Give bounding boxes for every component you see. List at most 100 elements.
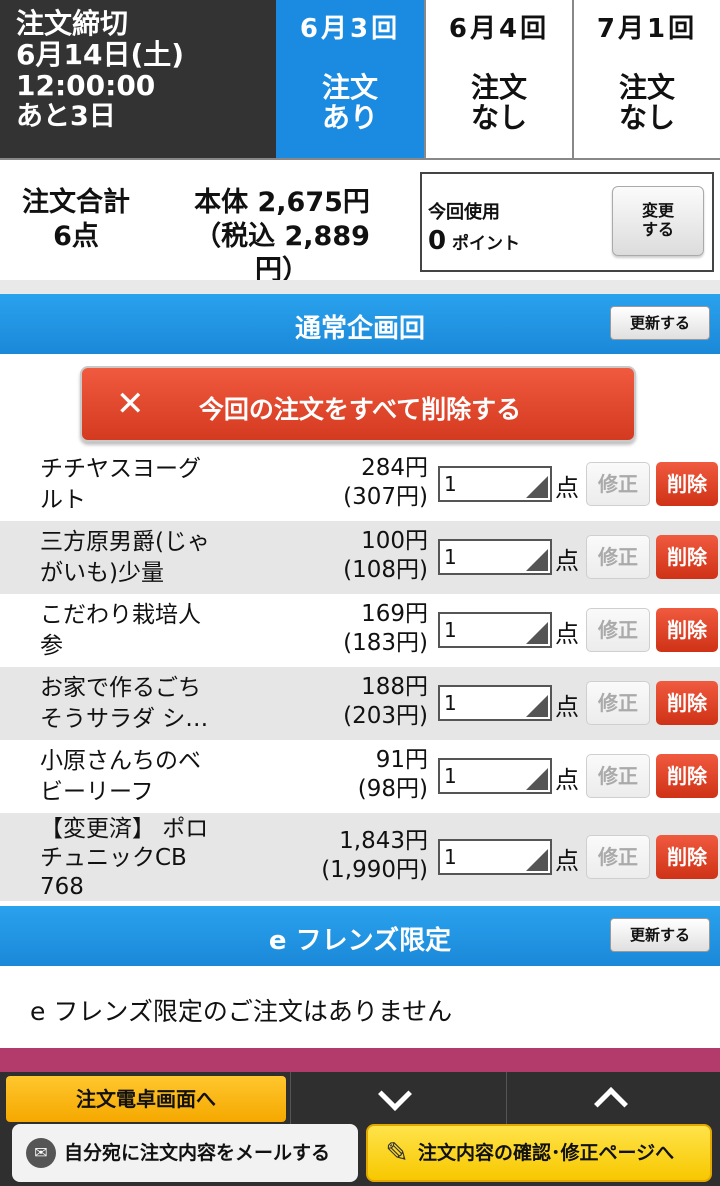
item-price-tax: (108円) <box>343 557 428 583</box>
quantity-unit: 点 <box>555 474 579 502</box>
modify-button[interactable]: 修正 <box>586 835 650 879</box>
item-name-line: お家で作るごち <box>40 675 201 701</box>
item-name: チチヤスヨーグ ルト <box>40 454 240 516</box>
item-price-value: 1,843円 <box>339 828 428 854</box>
item-name-line: ビーリーフ <box>40 779 154 805</box>
chevron-up-icon <box>594 1087 628 1121</box>
modify-button[interactable]: 修正 <box>586 608 650 652</box>
total-label-text: 注文合計 <box>22 187 130 218</box>
price-excl-tax: 本体 2,675円 <box>194 187 370 218</box>
tab-status-line2: なし <box>618 101 675 134</box>
quantity-select[interactable]: 1 <box>438 612 552 648</box>
dropdown-triangle-icon <box>526 849 548 871</box>
delete-button[interactable]: 削除 <box>656 681 718 725</box>
quantity-value: 1 <box>444 472 457 496</box>
tab-date: 6月3回 <box>299 14 401 44</box>
list-item: お家で作るごち そうサラダ シ… 188円 (203円) 1 点 修正 削除 <box>0 667 720 740</box>
update-button[interactable]: 更新する <box>610 918 710 952</box>
item-price: 1,843円 (1,990円) <box>270 827 428 885</box>
confirm-order-button[interactable]: ✎ 注文内容の確認･修正ページへ <box>366 1124 712 1182</box>
quantity-value: 1 <box>444 691 457 715</box>
points-box: 今回使用 0 ポイント 変更 する <box>420 172 714 272</box>
email-order-button[interactable]: ✉ 自分宛に注文内容をメールする <box>12 1124 358 1182</box>
change-points-button[interactable]: 変更 する <box>612 186 704 256</box>
item-name-line: 三方原男爵(じゃ <box>40 529 210 555</box>
item-price: 169円 (183円) <box>270 600 428 658</box>
points-unit: ポイント <box>452 234 521 254</box>
price-incl-tax: （税込 2,889円） <box>194 221 370 286</box>
update-button[interactable]: 更新する <box>610 306 710 340</box>
item-name-line: 参 <box>40 633 63 659</box>
tab-july-1[interactable]: 7月1回 注文 なし <box>572 0 720 158</box>
section-header-efriends: e フレンズ限定 更新する <box>0 906 720 966</box>
quantity-select[interactable]: 1 <box>438 758 552 794</box>
modify-button[interactable]: 修正 <box>586 754 650 798</box>
modify-button[interactable]: 修正 <box>586 535 650 579</box>
quantity-select[interactable]: 1 <box>438 539 552 575</box>
quantity-value: 1 <box>444 618 457 642</box>
order-item-list: チチヤスヨーグ ルト 284円 (307円) 1 点 修正 削除 三方原男爵(じ… <box>0 448 720 901</box>
item-price: 188円 (203円) <box>270 673 428 731</box>
item-price-tax: (183円) <box>343 630 428 656</box>
section-header-regular: 通常企画回 更新する <box>0 294 720 354</box>
quantity-value: 1 <box>444 764 457 788</box>
list-item: チチヤスヨーグ ルト 284円 (307円) 1 点 修正 削除 <box>0 448 720 521</box>
chevron-down-icon <box>378 1077 412 1111</box>
order-deadline: 注文締切 6月14日(土) 12:00:00 あと3日 <box>0 0 276 158</box>
quantity-select[interactable]: 1 <box>438 839 552 875</box>
tab-status-line1: 注文 <box>321 71 378 104</box>
quantity-unit: 点 <box>555 693 579 721</box>
bottom-navigation: 注文電卓画面へ <box>0 1072 720 1124</box>
item-name-line: チチヤスヨーグ <box>40 456 201 482</box>
tab-status-line2: あり <box>321 101 378 134</box>
dropdown-triangle-icon <box>526 549 548 571</box>
points-label: 今回使用 <box>428 202 500 223</box>
item-name-line: 【変更済】 ポロ <box>40 816 209 842</box>
dropdown-triangle-icon <box>526 695 548 717</box>
tab-june-3[interactable]: 6月3回 注文 あり <box>276 0 424 158</box>
quantity-select[interactable]: 1 <box>438 685 552 721</box>
delete-all-button[interactable]: ✕ 今回の注文をすべて削除する <box>80 366 636 442</box>
item-price: 100円 (108円) <box>270 527 428 585</box>
item-price-tax: (98円) <box>357 776 428 802</box>
quantity-value: 1 <box>444 545 457 569</box>
quantity-select[interactable]: 1 <box>438 466 552 502</box>
modify-button[interactable]: 修正 <box>586 681 650 725</box>
scroll-up-button[interactable] <box>506 1072 720 1124</box>
delete-button[interactable]: 削除 <box>656 462 718 506</box>
quantity-unit: 点 <box>555 547 579 575</box>
item-price-value: 188円 <box>361 674 428 700</box>
order-summary: 注文合計 6点 本体 2,675円 （税込 2,889円） 今回使用 0 ポイン… <box>0 160 720 286</box>
tab-june-4[interactable]: 6月4回 注文 なし <box>424 0 572 158</box>
item-name-line: チュニックCB <box>40 845 187 871</box>
delete-all-label: 今回の注文をすべて削除する <box>198 395 522 424</box>
item-price: 284円 (307円) <box>270 454 428 512</box>
quantity-unit: 点 <box>555 766 579 794</box>
item-name-line: こだわり栽培人 <box>40 602 201 628</box>
quantity-unit: 点 <box>555 620 579 648</box>
delete-button[interactable]: 削除 <box>656 754 718 798</box>
item-name-line: がいも)少量 <box>40 560 164 586</box>
item-name: 【変更済】 ポロ チュニックCB 768 <box>40 815 240 902</box>
total-count: 6点 <box>53 221 99 252</box>
item-price-tax: (203円) <box>343 703 428 729</box>
item-name: 小原さんちのベ ビーリーフ <box>40 746 240 808</box>
order-calculator-button[interactable]: 注文電卓画面へ <box>6 1076 286 1122</box>
deadline-date: 6月14日(土) <box>16 38 185 71</box>
delete-button[interactable]: 削除 <box>656 835 718 879</box>
quantity-unit: 点 <box>555 847 579 875</box>
list-item: 【変更済】 ポロ チュニックCB 768 1,843円 (1,990円) 1 点… <box>0 813 720 901</box>
delete-button[interactable]: 削除 <box>656 608 718 652</box>
modify-button[interactable]: 修正 <box>586 462 650 506</box>
tab-status: 注文 あり <box>276 73 424 133</box>
scroll-down-button[interactable] <box>290 1072 504 1124</box>
confirm-order-label: 注文内容の確認･修正ページへ <box>418 1142 675 1164</box>
points-value: 0 ポイント <box>428 226 520 256</box>
tab-status-line1: 注文 <box>618 71 675 104</box>
efriends-empty-message: e フレンズ限定のご注文はありません <box>30 997 453 1026</box>
delete-button[interactable]: 削除 <box>656 535 718 579</box>
points-number: 0 <box>428 226 447 256</box>
item-name-line: 小原さんちのベ <box>40 748 201 774</box>
divider <box>0 280 720 294</box>
tab-status: 注文 なし <box>574 73 720 133</box>
